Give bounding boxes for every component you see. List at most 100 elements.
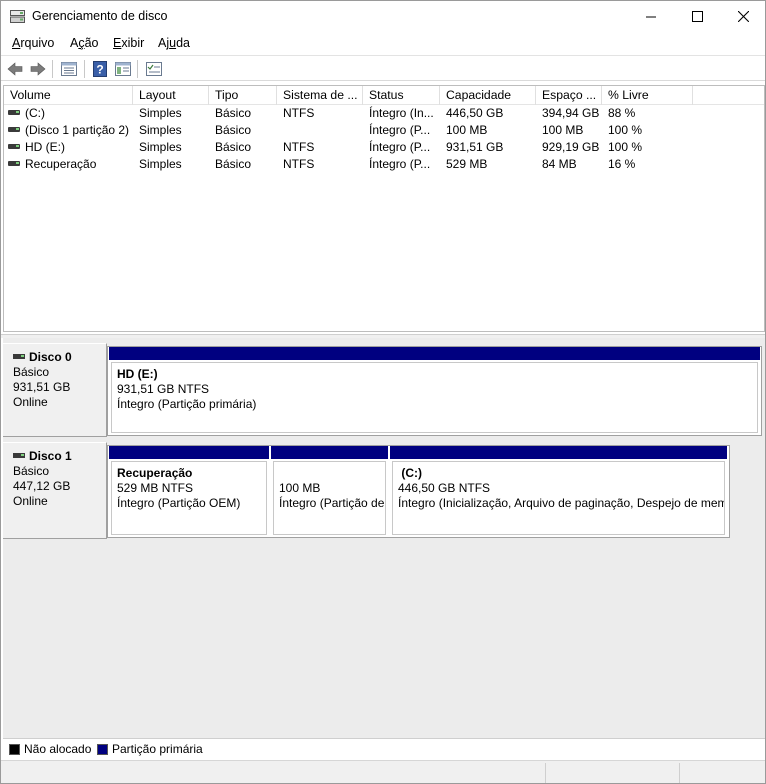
toolbar-separator bbox=[84, 60, 85, 78]
cell-espaco-livre: 84 MB bbox=[542, 157, 577, 171]
cell-status: Íntegro (P... bbox=[369, 123, 431, 137]
title-bar[interactable]: Gerenciamento de disco bbox=[1, 1, 765, 32]
disk-0-name: Disco 0 bbox=[29, 350, 72, 364]
legend-unallocated: Não alocado bbox=[9, 742, 91, 756]
partition-recuperacao[interactable]: Recuperação 529 MB NTFS Íntegro (Partiçã… bbox=[109, 446, 269, 537]
minimize-button[interactable] bbox=[628, 1, 674, 32]
partition-status: Íntegro (Partição primária) bbox=[117, 397, 257, 411]
disk-1-name: Disco 1 bbox=[29, 449, 72, 463]
column-header-status[interactable]: Status bbox=[363, 86, 440, 105]
cell-percent-livre: 88 % bbox=[608, 106, 636, 120]
cell-volume: HD (E:) bbox=[8, 139, 133, 156]
status-panel bbox=[545, 763, 679, 783]
disk-1-label[interactable]: Disco 1 Básico 447,12 GB Online bbox=[3, 442, 107, 539]
volume-icon bbox=[8, 110, 20, 115]
column-header-layout[interactable]: Layout bbox=[133, 86, 209, 105]
cell-layout: Simples bbox=[139, 123, 182, 137]
volume-row[interactable]: HD (E:) Simples Básico NTFS Íntegro (P..… bbox=[4, 139, 764, 156]
menu-acao[interactable]: Ação bbox=[70, 36, 99, 50]
partition-size-fs: 100 MB bbox=[279, 481, 321, 495]
toolbar: ? bbox=[1, 55, 765, 81]
disk-icon bbox=[13, 453, 25, 458]
cell-tipo: Básico bbox=[215, 157, 252, 171]
cell-status: Íntegro (In... bbox=[369, 106, 434, 120]
partition-disco1-particao2[interactable]: 100 MB Íntegro (Partição de bbox=[271, 446, 388, 537]
partition-name: (C:) bbox=[398, 466, 422, 480]
console-tree-button[interactable] bbox=[113, 59, 133, 79]
maximize-button[interactable] bbox=[674, 1, 720, 32]
disk-0-state: Online bbox=[13, 395, 48, 409]
cell-tipo: Básico bbox=[215, 140, 252, 154]
partition-info: 100 MB Íntegro (Partição de bbox=[273, 461, 386, 535]
back-arrow-icon bbox=[7, 62, 23, 76]
disk-1-type: Básico bbox=[13, 464, 50, 478]
cell-volume: Recuperação bbox=[8, 156, 133, 173]
properties-button[interactable] bbox=[144, 59, 164, 79]
partition-status: Íntegro (Partição OEM) bbox=[117, 496, 241, 510]
cell-percent-livre: 16 % bbox=[608, 157, 636, 171]
partition-bar-primary bbox=[390, 446, 727, 459]
volume-icon bbox=[8, 144, 20, 149]
cell-espaco-livre: 394,94 GB bbox=[542, 106, 600, 120]
legend-label: Não alocado bbox=[24, 742, 92, 756]
partition-name bbox=[279, 466, 385, 481]
cell-layout: Simples bbox=[139, 157, 182, 171]
cell-sistema-arquivos: NTFS bbox=[283, 157, 315, 171]
cell-tipo: Básico bbox=[215, 123, 252, 137]
toolbar-separator bbox=[137, 60, 138, 78]
forward-button[interactable] bbox=[28, 59, 48, 79]
partition-info: HD (E:) 931,51 GB NTFS Íntegro (Partição… bbox=[111, 362, 758, 433]
cell-percent-livre: 100 % bbox=[608, 123, 643, 137]
cell-layout: Simples bbox=[139, 140, 182, 154]
column-header-sistema-arquivos[interactable]: Sistema de ... bbox=[277, 86, 363, 105]
back-button[interactable] bbox=[5, 59, 25, 79]
disk-management-app-icon bbox=[10, 10, 25, 23]
legend: Não alocado Partição primária bbox=[3, 738, 765, 759]
cell-capacidade: 529 MB bbox=[446, 157, 488, 171]
legend-swatch-black bbox=[9, 743, 20, 755]
toolbar-separator bbox=[52, 60, 53, 78]
cell-capacidade: 931,51 GB bbox=[446, 140, 504, 154]
cell-sistema-arquivos: NTFS bbox=[283, 106, 315, 120]
legend-swatch-navy bbox=[97, 743, 108, 755]
volume-row[interactable]: Recuperação Simples Básico NTFS Íntegro … bbox=[4, 156, 764, 173]
column-header-percent-livre[interactable]: % Livre bbox=[602, 86, 693, 105]
partition-hd-e[interactable]: HD (E:) 931,51 GB NTFS Íntegro (Partição… bbox=[109, 347, 760, 435]
svg-text:?: ? bbox=[96, 63, 103, 77]
menu-arquivo[interactable]: Arquivo bbox=[12, 36, 54, 50]
cell-sistema-arquivos bbox=[283, 122, 363, 139]
status-panel bbox=[679, 763, 765, 783]
close-button[interactable] bbox=[720, 1, 765, 32]
partition-status: Íntegro (Partição de bbox=[279, 496, 385, 510]
volume-list[interactable]: Volume Layout Tipo Sistema de ... Status… bbox=[3, 85, 765, 332]
partition-bar-primary bbox=[271, 446, 388, 459]
cell-layout: Simples bbox=[139, 106, 182, 120]
column-header-capacidade[interactable]: Capacidade bbox=[440, 86, 536, 105]
disk-0-label[interactable]: Disco 0 Básico 931,51 GB Online bbox=[3, 343, 107, 437]
partition-name: Recuperação bbox=[117, 466, 193, 480]
disk-1-state: Online bbox=[13, 494, 48, 508]
cell-espaco-livre: 929,19 GB bbox=[542, 140, 600, 154]
list-view-icon bbox=[61, 62, 77, 76]
list-view-button[interactable] bbox=[59, 59, 79, 79]
help-button[interactable]: ? bbox=[90, 59, 110, 79]
menu-ajuda[interactable]: Ajuda bbox=[158, 36, 190, 50]
close-icon bbox=[737, 11, 749, 22]
maximize-icon bbox=[691, 11, 703, 22]
column-header-volume[interactable]: Volume bbox=[4, 86, 133, 105]
partition-size-fs: 446,50 GB NTFS bbox=[398, 481, 491, 495]
volume-row[interactable]: (Disco 1 partição 2) Simples Básico Ínte… bbox=[4, 122, 764, 139]
partition-size-fs: 529 MB NTFS bbox=[117, 481, 194, 495]
graphical-disk-pane[interactable]: Disco 0 Básico 931,51 GB Online HD (E:) … bbox=[3, 338, 765, 738]
partition-c[interactable]: (C:) 446,50 GB NTFS Íntegro (Inicializaç… bbox=[390, 446, 727, 537]
disk-management-window: Gerenciamento de disco Arquivo Ação Exib… bbox=[0, 0, 766, 784]
partition-status: Íntegro (Inicialização, Arquivo de pagin… bbox=[398, 496, 725, 510]
volume-row[interactable]: (C:) Simples Básico NTFS Íntegro (In... … bbox=[4, 105, 764, 122]
column-header-tipo[interactable]: Tipo bbox=[209, 86, 277, 105]
cell-volume: (C:) bbox=[8, 105, 133, 122]
partition-info: Recuperação 529 MB NTFS Íntegro (Partiçã… bbox=[111, 461, 267, 535]
column-header-espaco-livre[interactable]: Espaço ... bbox=[536, 86, 602, 105]
partition-bar-primary bbox=[109, 347, 760, 360]
menu-exibir[interactable]: Exibir bbox=[113, 36, 144, 50]
menu-bar: Arquivo Ação Exibir Ajuda bbox=[1, 32, 765, 54]
